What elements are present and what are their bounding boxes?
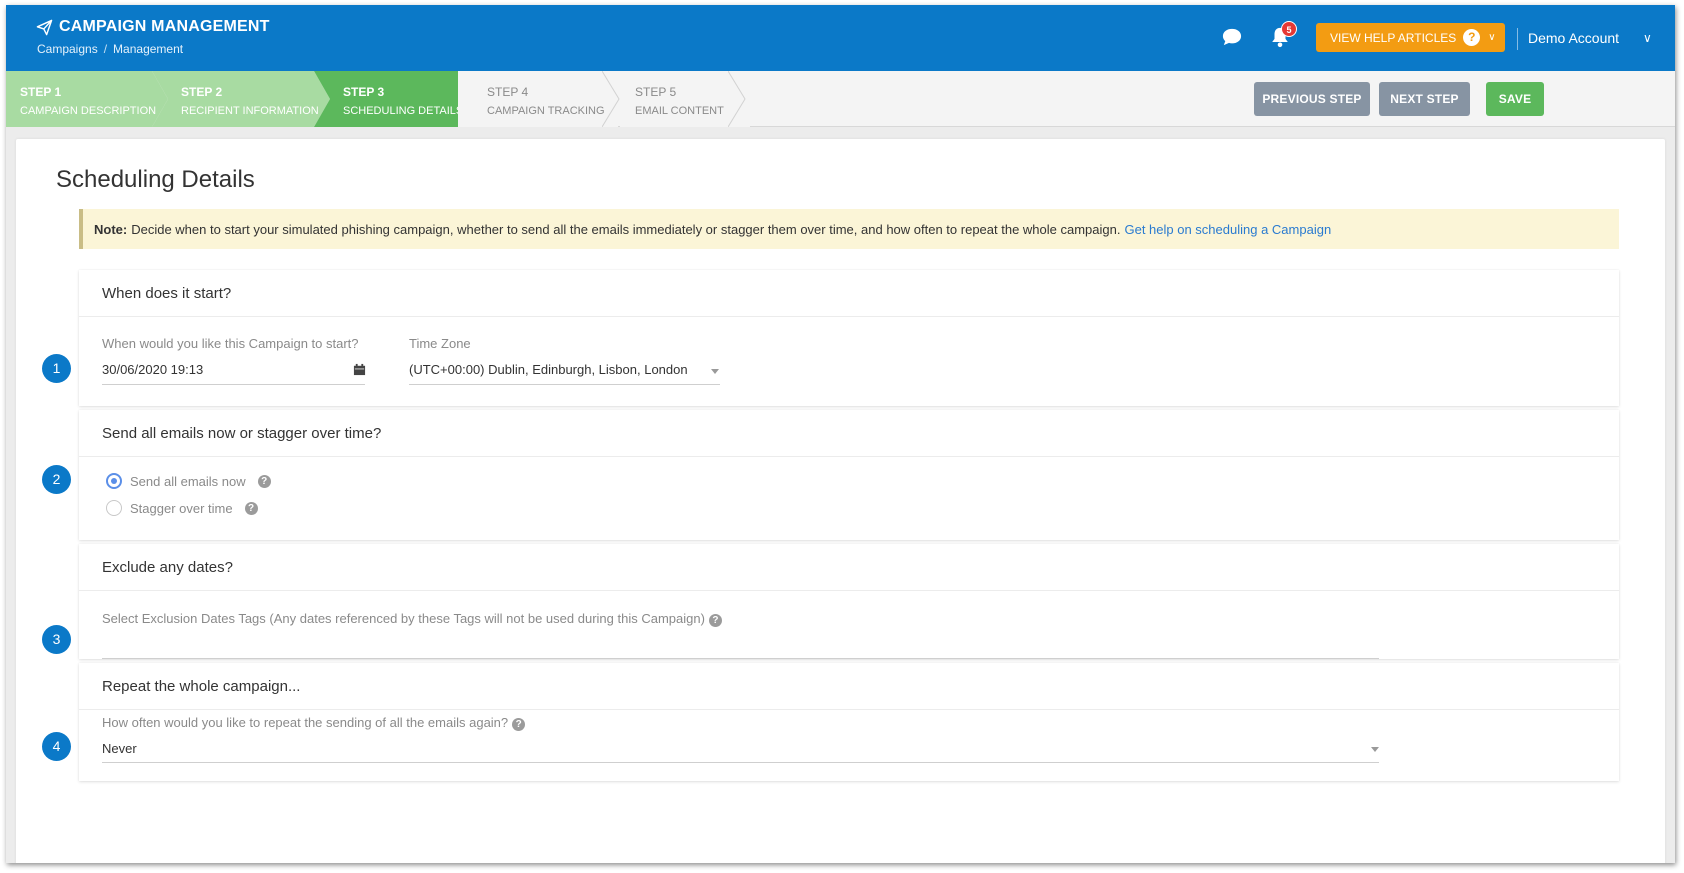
- start-date-input[interactable]: 30/06/2020 19:13: [102, 362, 203, 377]
- app-title: CAMPAIGN MANAGEMENT: [36, 18, 270, 36]
- calendar-icon[interactable]: [353, 363, 366, 376]
- note-text: Decide when to start your simulated phis…: [131, 221, 1121, 237]
- repeat-select[interactable]: Never: [102, 741, 137, 756]
- previous-step-button[interactable]: PREVIOUS STEP: [1254, 82, 1370, 116]
- help-circle-icon[interactable]: ?: [244, 501, 258, 515]
- app-window: CAMPAIGN MANAGEMENT Campaigns / Manageme…: [6, 5, 1675, 863]
- paper-plane-icon: [36, 19, 53, 35]
- timezone-select[interactable]: (UTC+00:00) Dublin, Edinburgh, Lisbon, L…: [409, 362, 688, 377]
- step-4-number: STEP 4: [487, 85, 529, 99]
- question-icon: ?: [1463, 29, 1481, 46]
- step-1[interactable]: STEP 1 CAMPAIGN DESCRIPTION: [6, 71, 168, 127]
- section-send-title: Send all emails now or stagger over time…: [79, 410, 1619, 457]
- account-menu[interactable]: Demo Account: [1528, 30, 1619, 46]
- help-button-label: VIEW HELP ARTICLES: [1330, 30, 1457, 45]
- step-3-name: SCHEDULING DETAILS: [343, 105, 464, 117]
- step-4[interactable]: STEP 4 CAMPAIGN TRACKING: [458, 71, 618, 127]
- section-start: When does it start? When would you like …: [79, 270, 1619, 406]
- note-label: Note:: [94, 221, 128, 237]
- help-circle-icon[interactable]: ?: [512, 718, 526, 731]
- section-repeat-title: Repeat the whole campaign...: [79, 663, 1619, 710]
- account-chevron-down-icon[interactable]: ∨: [1643, 31, 1652, 45]
- option-stagger[interactable]: Stagger over time?: [106, 500, 258, 516]
- header-divider: [1517, 28, 1518, 50]
- app-title-text: CAMPAIGN MANAGEMENT: [59, 18, 270, 35]
- step-number-badge-1: 1: [42, 354, 71, 383]
- option-stagger-label: Stagger over time: [130, 500, 233, 516]
- step-4-name: CAMPAIGN TRACKING: [487, 105, 605, 117]
- next-step-button[interactable]: NEXT STEP: [1379, 82, 1470, 116]
- section-send: Send all emails now or stagger over time…: [79, 410, 1619, 540]
- repeat-label-text: How often would you like to repeat the s…: [102, 715, 509, 730]
- step-separator-chevron: [602, 71, 620, 127]
- section-repeat: Repeat the whole campaign... How often w…: [79, 663, 1619, 781]
- chat-icon[interactable]: [1221, 27, 1243, 47]
- notifications-button[interactable]: 5: [1269, 21, 1297, 51]
- radio-send-now[interactable]: [106, 473, 122, 489]
- wizard-steps-bar: STEP 1 CAMPAIGN DESCRIPTION STEP 2 RECIP…: [6, 71, 1675, 127]
- repeat-caret-icon[interactable]: [1371, 747, 1379, 752]
- step-1-name: CAMPAIGN DESCRIPTION: [20, 105, 157, 117]
- option-send-now[interactable]: Send all emails now?: [106, 473, 271, 489]
- step-separator-chevron: [728, 71, 746, 127]
- page-title: Scheduling Details: [56, 166, 255, 193]
- step-2[interactable]: STEP 2 RECIPIENT INFORMATION: [152, 71, 330, 127]
- step-1-number: STEP 1: [20, 85, 62, 99]
- chevron-down-icon: ∨: [1488, 32, 1496, 43]
- section-exclude-title: Exclude any dates?: [79, 544, 1619, 591]
- start-date-label: When would you like this Campaign to sta…: [102, 336, 359, 351]
- view-help-articles-button[interactable]: VIEW HELP ARTICLES ? ∨: [1316, 23, 1505, 52]
- breadcrumb-separator: /: [103, 42, 108, 56]
- breadcrumb-campaigns[interactable]: Campaigns: [37, 42, 98, 56]
- top-header: CAMPAIGN MANAGEMENT Campaigns / Manageme…: [6, 5, 1675, 71]
- main-card: Scheduling Details Note: Decide when to …: [16, 139, 1665, 863]
- breadcrumb-management: Management: [113, 42, 184, 56]
- note-banner: Note: Decide when to start your simulate…: [79, 209, 1619, 249]
- scheduling-help-link[interactable]: Get help on scheduling a Campaign: [1124, 222, 1331, 237]
- step-number-badge-4: 4: [42, 732, 71, 761]
- start-date-underline: [102, 384, 365, 385]
- exclusion-tags-input[interactable]: [102, 658, 1379, 659]
- repeat-label: How often would you like to repeat the s…: [102, 715, 526, 731]
- save-button[interactable]: SAVE: [1486, 82, 1544, 116]
- step-3-number: STEP 3: [343, 85, 385, 99]
- timezone-label: Time Zone: [409, 336, 471, 351]
- step-number-badge-3: 3: [42, 625, 71, 654]
- timezone-caret-icon[interactable]: [711, 369, 719, 374]
- timezone-underline: [409, 384, 720, 385]
- step-2-name: RECIPIENT INFORMATION: [181, 105, 319, 117]
- section-start-title: When does it start?: [79, 270, 1619, 317]
- option-send-now-label: Send all emails now: [130, 473, 246, 489]
- help-circle-icon[interactable]: ?: [257, 474, 271, 488]
- step-2-number: STEP 2: [181, 85, 223, 99]
- notification-count-badge: 5: [1281, 21, 1297, 37]
- exclusion-tags-label: Select Exclusion Dates Tags (Any dates r…: [102, 611, 722, 627]
- step-3[interactable]: STEP 3 SCHEDULING DETAILS: [314, 71, 474, 127]
- help-circle-icon[interactable]: ?: [708, 614, 722, 627]
- radio-stagger[interactable]: [106, 500, 122, 516]
- step-number-badge-2: 2: [42, 465, 71, 494]
- repeat-underline: [102, 762, 1379, 763]
- exclusion-tags-label-text: Select Exclusion Dates Tags (Any dates r…: [102, 611, 705, 626]
- section-exclude: Exclude any dates? Select Exclusion Date…: [79, 544, 1619, 659]
- breadcrumb: Campaigns / Management: [37, 42, 183, 56]
